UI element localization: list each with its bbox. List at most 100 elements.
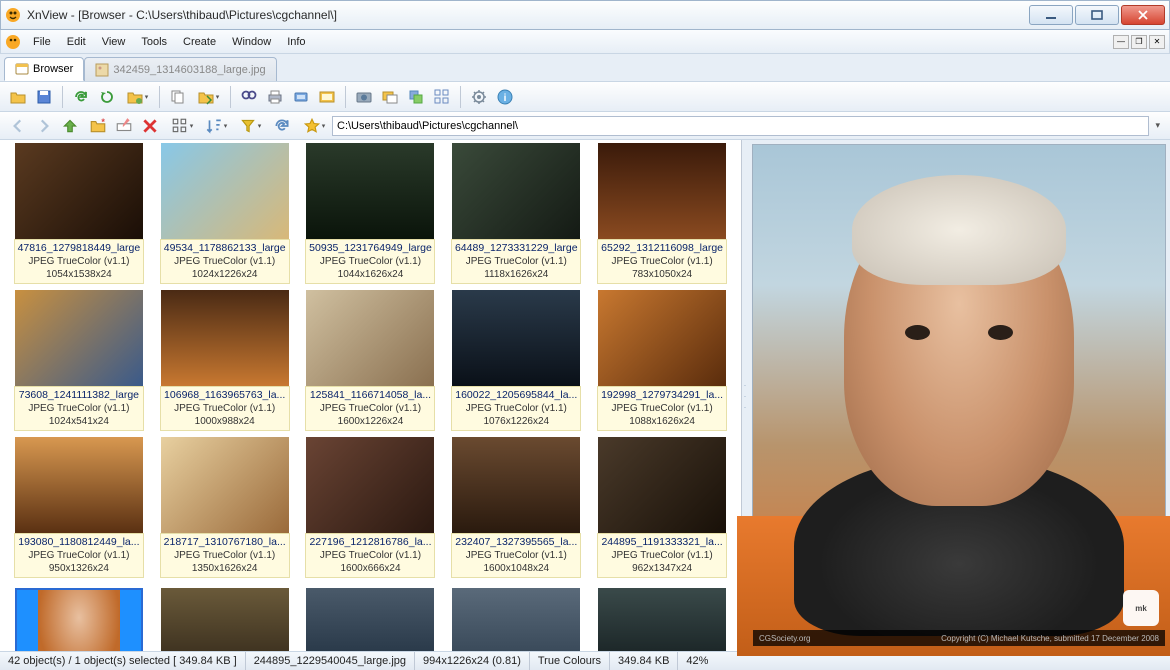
thumb-format: JPEG TrueColor (v1.1) bbox=[308, 549, 432, 562]
thumbnails-scroll[interactable]: 47816_1279818449_large JPEG TrueColor (v… bbox=[0, 140, 741, 651]
thumb-dimensions: 1000x988x24 bbox=[163, 415, 287, 428]
rename-button[interactable] bbox=[112, 114, 136, 138]
window-title: XnView - [Browser - C:\Users\thibaud\Pic… bbox=[27, 8, 337, 22]
thumbnail-item[interactable]: 244895_1191333321_la... JPEG TrueColor (… bbox=[589, 434, 735, 581]
thumbnail-item[interactable]: 106968_1163965763_la... JPEG TrueColor (… bbox=[152, 287, 298, 434]
thumb-dimensions: 783x1050x24 bbox=[600, 268, 724, 281]
delete-button[interactable] bbox=[138, 114, 162, 138]
settings-button[interactable] bbox=[467, 85, 491, 109]
thumb-format: JPEG TrueColor (v1.1) bbox=[163, 549, 287, 562]
thumb-format: JPEG TrueColor (v1.1) bbox=[17, 549, 141, 562]
title-bar: XnView - [Browser - C:\Users\thibaud\Pic… bbox=[0, 0, 1170, 30]
thumb-filename: 50935_1231764949_large bbox=[308, 242, 432, 255]
menu-view[interactable]: View bbox=[94, 34, 134, 50]
thumb-format: JPEG TrueColor (v1.1) bbox=[454, 255, 578, 268]
thumbnail-item[interactable]: 232407_1327395565_la... JPEG TrueColor (… bbox=[443, 434, 589, 581]
nav-back-button[interactable] bbox=[6, 114, 30, 138]
thumbnail-item[interactable]: 160022_1205695844_la... JPEG TrueColor (… bbox=[443, 287, 589, 434]
thumbnail-item[interactable] bbox=[6, 585, 152, 651]
mdi-close-button[interactable]: ✕ bbox=[1149, 35, 1165, 49]
thumb-format: JPEG TrueColor (v1.1) bbox=[17, 402, 141, 415]
new-folder-button[interactable]: * bbox=[86, 114, 110, 138]
thumb-format: JPEG TrueColor (v1.1) bbox=[600, 255, 724, 268]
nav-forward-button[interactable] bbox=[32, 114, 56, 138]
menu-file[interactable]: File bbox=[25, 34, 59, 50]
browser-pane: 47816_1279818449_large JPEG TrueColor (v… bbox=[0, 140, 742, 651]
info-button[interactable]: i bbox=[493, 85, 517, 109]
thumbnail-item[interactable] bbox=[443, 585, 589, 651]
status-count: 42 object(s) / 1 object(s) selected [ 34… bbox=[0, 652, 246, 670]
print-button[interactable] bbox=[263, 85, 287, 109]
thumb-dimensions: 1054x1538x24 bbox=[17, 268, 141, 281]
preview-image[interactable]: mk CGSociety.org Copyright (C) Michael K… bbox=[752, 144, 1166, 647]
search-button[interactable] bbox=[237, 85, 261, 109]
thumbnail-item[interactable]: 50935_1231764949_large JPEG TrueColor (v… bbox=[298, 140, 444, 287]
nav-up-button[interactable] bbox=[58, 114, 82, 138]
refresh-all-button[interactable] bbox=[95, 85, 119, 109]
capture-button[interactable] bbox=[352, 85, 376, 109]
mdi-minimize-button[interactable]: — bbox=[1113, 35, 1129, 49]
thumbnail-item[interactable] bbox=[589, 585, 735, 651]
thumb-filename: 160022_1205695844_la... bbox=[454, 389, 578, 402]
content-area: 47816_1279818449_large JPEG TrueColor (v… bbox=[0, 140, 1170, 651]
thumb-filename: 106968_1163965763_la... bbox=[163, 389, 287, 402]
thumbnails-button[interactable] bbox=[430, 85, 454, 109]
minimize-button[interactable] bbox=[1029, 5, 1073, 25]
thumb-filename: 232407_1327395565_la... bbox=[454, 536, 578, 549]
refresh-button[interactable] bbox=[69, 85, 93, 109]
menu-edit[interactable]: Edit bbox=[59, 34, 94, 50]
thumbnail-item[interactable]: 49534_1178862133_large JPEG TrueColor (v… bbox=[152, 140, 298, 287]
maximize-button[interactable] bbox=[1075, 5, 1119, 25]
mdi-restore-button[interactable]: ❐ bbox=[1131, 35, 1147, 49]
reload-button[interactable] bbox=[270, 114, 294, 138]
favorites-button[interactable]: ▾ bbox=[298, 114, 330, 138]
thumb-dimensions: 950x1326x24 bbox=[17, 562, 141, 575]
thumbnail-item[interactable]: 192998_1279734291_la... JPEG TrueColor (… bbox=[589, 287, 735, 434]
thumbnail-item[interactable]: 64489_1273331229_large JPEG TrueColor (v… bbox=[443, 140, 589, 287]
thumbnail-item[interactable] bbox=[152, 585, 298, 651]
status-dims: 994x1226x24 (0.81) bbox=[415, 652, 530, 670]
menu-create[interactable]: Create bbox=[175, 34, 224, 50]
scan-button[interactable] bbox=[289, 85, 313, 109]
tab-image[interactable]: 342459_1314603188_large.jpg bbox=[84, 57, 276, 81]
window-controls bbox=[1029, 5, 1165, 25]
filter-button[interactable]: ▾ bbox=[234, 114, 266, 138]
thumb-format: JPEG TrueColor (v1.1) bbox=[454, 549, 578, 562]
menu-window[interactable]: Window bbox=[224, 34, 279, 50]
thumbnail-item[interactable] bbox=[298, 585, 444, 651]
tab-browser[interactable]: Browser bbox=[4, 57, 84, 81]
thumb-dimensions: 1024x541x24 bbox=[17, 415, 141, 428]
view-mode-button[interactable]: ▾ bbox=[166, 114, 198, 138]
thumbnail-item[interactable]: 193080_1180812449_la... JPEG TrueColor (… bbox=[6, 434, 152, 581]
status-type: True Colours bbox=[530, 652, 610, 670]
thumb-filename: 65292_1312116098_large bbox=[600, 242, 724, 255]
thumbnail-item[interactable]: 125841_1166714058_la... JPEG TrueColor (… bbox=[298, 287, 444, 434]
thumb-filename: 192998_1279734291_la... bbox=[600, 389, 724, 402]
menu-info[interactable]: Info bbox=[279, 34, 313, 50]
thumb-dimensions: 1044x1626x24 bbox=[308, 268, 432, 281]
recent-folders-button[interactable]: ▾ bbox=[121, 85, 153, 109]
thumbnail-item[interactable]: 227196_1212816786_la... JPEG TrueColor (… bbox=[298, 434, 444, 581]
address-input[interactable] bbox=[332, 116, 1149, 136]
close-button[interactable] bbox=[1121, 5, 1165, 25]
copy-button[interactable] bbox=[166, 85, 190, 109]
slideshow-button[interactable] bbox=[315, 85, 339, 109]
menu-tools[interactable]: Tools bbox=[133, 34, 175, 50]
app-icon-small bbox=[5, 34, 21, 50]
thumb-filename: 218717_1310767180_la... bbox=[163, 536, 287, 549]
batch-button[interactable] bbox=[404, 85, 428, 109]
paste-button[interactable]: ▾ bbox=[192, 85, 224, 109]
image-icon bbox=[95, 63, 109, 77]
sort-button[interactable]: ▾ bbox=[200, 114, 232, 138]
thumb-filename: 125841_1166714058_la... bbox=[308, 389, 432, 402]
convert-button[interactable] bbox=[378, 85, 402, 109]
nav-toolbar: * ▾ ▾ ▾ ▾ ▾ bbox=[0, 112, 1170, 140]
browser-icon bbox=[15, 62, 29, 76]
open-button[interactable] bbox=[6, 85, 30, 109]
thumbnail-item[interactable]: 218717_1310767180_la... JPEG TrueColor (… bbox=[152, 434, 298, 581]
save-button[interactable] bbox=[32, 85, 56, 109]
thumbnail-item[interactable]: 47816_1279818449_large JPEG TrueColor (v… bbox=[6, 140, 152, 287]
thumbnail-item[interactable]: 73608_1241111382_large JPEG TrueColor (v… bbox=[6, 287, 152, 434]
tab-bar: Browser 342459_1314603188_large.jpg bbox=[0, 54, 1170, 82]
thumbnail-item[interactable]: 65292_1312116098_large JPEG TrueColor (v… bbox=[589, 140, 735, 287]
